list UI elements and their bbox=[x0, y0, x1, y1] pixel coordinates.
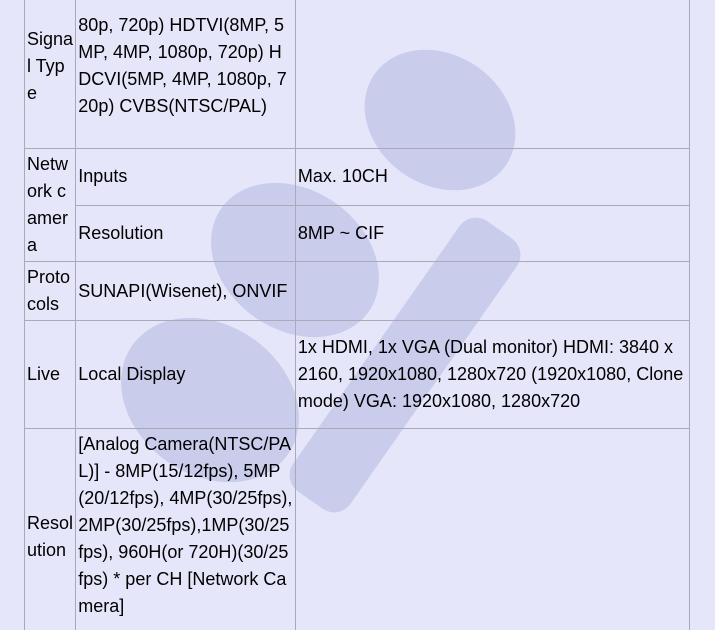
resolution-label: Resolution bbox=[23, 428, 77, 630]
protocols-empty bbox=[294, 261, 691, 321]
table-row-protocols: Protocols SUNAPI(Wisenet), ONVIF bbox=[23, 261, 691, 321]
resolution-empty bbox=[294, 428, 691, 630]
signal-type-label: Signal Type bbox=[23, 0, 77, 149]
camera-resolution-value: 8MP ~ CIF bbox=[294, 204, 691, 262]
protocols-label: Protocols bbox=[23, 261, 77, 321]
protocols-value: SUNAPI(Wisenet), ONVIF bbox=[75, 261, 296, 321]
local-display-label: Local Display bbox=[75, 320, 296, 429]
spec-sheet: Signal Type 80p, 720p) HDTVI(8MP, 5MP, 4… bbox=[0, 0, 715, 630]
camera-resolution-label: Resolution bbox=[75, 204, 296, 262]
table-row-network-camera-resolution: Resolution 8MP ~ CIF bbox=[25, 204, 691, 262]
signal-type-value: 80p, 720p) HDTVI(8MP, 5MP, 4MP, 1080p, 7… bbox=[75, 0, 296, 149]
inputs-value: Max. 10CH bbox=[294, 148, 691, 206]
table-row-signal-type: Signal Type 80p, 720p) HDTVI(8MP, 5MP, 4… bbox=[23, 0, 691, 149]
signal-type-empty bbox=[294, 0, 691, 149]
table-row-live: Live Local Display 1x HDMI, 1x VGA (Dual… bbox=[23, 320, 691, 429]
table-row-network-camera-inputs: Network camera Inputs Max. 10CH bbox=[23, 148, 691, 262]
spec-table: Signal Type 80p, 720p) HDTVI(8MP, 5MP, 4… bbox=[23, 0, 691, 630]
live-label: Live bbox=[23, 320, 77, 429]
table-row-resolution: Resolution [Analog Camera(NTSC/PAL)] - 8… bbox=[23, 428, 691, 630]
network-camera-label: Network camera bbox=[23, 148, 77, 262]
resolution-value: [Analog Camera(NTSC/PAL)] - 8MP(15/12fps… bbox=[75, 428, 296, 630]
inputs-label: Inputs bbox=[75, 148, 296, 206]
local-display-value: 1x HDMI, 1x VGA (Dual monitor) HDMI: 384… bbox=[294, 320, 691, 429]
